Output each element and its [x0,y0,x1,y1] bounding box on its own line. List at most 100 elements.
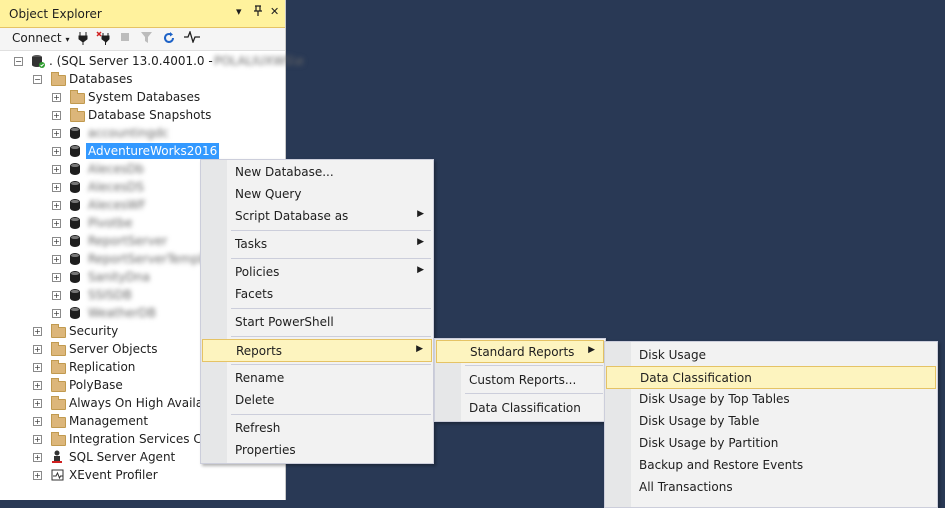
tree-node-databases[interactable]: − Databases [0,70,285,88]
database-icon [70,217,80,229]
tree-node-database[interactable]: + accountingdc [0,124,285,142]
tree-node-database[interactable]: + AlecesDb [0,160,200,178]
tree-node-database[interactable]: + SanityDna [0,268,200,286]
tree-node-xevent-profiler[interactable]: + XEvent Profiler [0,466,200,484]
menu-item-disk-usage[interactable]: Disk Usage [606,344,936,365]
database-label-blurred: Pivotbe [88,216,133,230]
menu-item-policies[interactable]: Policies ▶ [202,261,432,282]
menu-item-label: Standard Reports [470,345,575,359]
tree-node-adventureworks2016[interactable]: + AdventureWorks2016 [0,142,285,160]
menu-item-delete[interactable]: Delete [202,389,432,410]
tree-node-database[interactable]: + Pivotbe [0,214,200,232]
menu-item-data-classification[interactable]: Data Classification [436,397,604,418]
menu-item-data-classification[interactable]: Data Classification [606,366,936,389]
expand-icon[interactable]: + [52,237,61,246]
stop-icon[interactable] [120,31,130,45]
menu-item-standard-reports[interactable]: Standard Reports ▶ [436,340,604,363]
expand-icon[interactable]: + [52,147,61,156]
tree-node-server-objects[interactable]: + Server Objects [0,340,200,358]
connect-button[interactable]: Connect ▾ [12,31,69,45]
menu-item-rename[interactable]: Rename [202,367,432,388]
database-icon [70,145,80,157]
tree-node-database[interactable]: + AlecesDS [0,178,200,196]
menu-item-label: Rename [235,371,285,385]
replication-label: Replication [69,360,136,374]
expand-icon[interactable]: + [33,345,42,354]
expand-icon[interactable]: + [52,183,61,192]
expand-icon[interactable]: + [52,201,61,210]
collapse-icon[interactable]: − [33,75,42,84]
tree-node-management[interactable]: + Management [0,412,200,430]
expand-icon[interactable]: + [52,291,61,300]
menu-item-label: Delete [235,393,275,407]
tree-node-database[interactable]: + ReportServerTempDB [0,250,217,268]
tree-node-database[interactable]: + SSISDB [0,286,200,304]
menu-item-label: New Database... [235,165,334,179]
expand-icon[interactable]: + [33,471,42,480]
expand-icon[interactable]: + [33,435,42,444]
tree-node-database[interactable]: + WeatherDB [0,304,200,322]
menu-item-reports[interactable]: Reports ▶ [202,339,432,362]
menu-item-label: Backup and Restore Events [639,458,804,472]
refresh-icon[interactable] [162,31,176,48]
menu-item-start-powershell[interactable]: Start PowerShell [202,311,432,332]
tree-node-system-databases[interactable]: + System Databases [0,88,285,106]
tree-node-server[interactable]: − . (SQL Server 13.0.4001.0 - POLALIUXWS… [0,52,304,70]
menu-item-custom-reports[interactable]: Custom Reports... [436,369,604,390]
expand-icon[interactable]: + [52,129,61,138]
menu-item-disk-usage-by-partition[interactable]: Disk Usage by Partition [606,432,936,453]
database-label-blurred: AlecesDb [88,162,145,176]
expand-icon[interactable]: + [52,309,61,318]
management-label: Management [69,414,149,428]
tree-node-security[interactable]: + Security [0,322,200,340]
panel-title: Object Explorer [9,7,102,21]
tree-node-database-snapshots[interactable]: + Database Snapshots [0,106,285,124]
dropdown-icon[interactable]: ▾ [236,5,242,18]
disconnect-icon[interactable] [96,31,110,48]
tree-node-integration-services[interactable]: + Integration Services Cata [0,430,200,448]
filter-icon[interactable] [140,31,153,47]
expand-icon[interactable]: + [33,381,42,390]
tree-node-polybase[interactable]: + PolyBase [0,376,200,394]
menu-item-new-query[interactable]: New Query [202,183,432,204]
submenu-arrow-icon: ▶ [417,265,424,275]
expand-icon[interactable]: + [52,93,61,102]
database-snapshots-label: Database Snapshots [88,108,212,122]
expand-icon[interactable]: + [52,219,61,228]
pin-icon[interactable] [253,5,263,20]
expand-icon[interactable]: + [52,165,61,174]
expand-icon[interactable]: + [33,327,42,336]
tree-node-sql-server-agent[interactable]: + SQL Server Agent [0,448,200,466]
connect-plug-icon[interactable] [77,31,89,48]
expand-icon[interactable]: + [33,417,42,426]
collapse-icon[interactable]: − [14,57,23,66]
expand-icon[interactable]: + [33,399,42,408]
tree-node-replication[interactable]: + Replication [0,358,200,376]
menu-item-refresh[interactable]: Refresh [202,417,432,438]
expand-icon[interactable]: + [52,255,61,264]
menu-item-label: Tasks [235,237,268,251]
menu-item-script-database-as[interactable]: Script Database as ▶ [202,205,432,226]
menu-item-all-transactions[interactable]: All Transactions [606,476,936,497]
folder-icon [51,432,66,446]
tree-node-always-on[interactable]: + Always On High Availabi [0,394,200,412]
expand-icon[interactable]: + [52,273,61,282]
menu-item-disk-usage-by-table[interactable]: Disk Usage by Table [606,410,936,431]
tree-node-database[interactable]: + AlecesWF [0,196,200,214]
expand-icon[interactable]: + [33,363,42,372]
menu-item-disk-usage-by-top-tables[interactable]: Disk Usage by Top Tables [606,388,936,409]
tree-node-database[interactable]: + ReportServer [0,232,200,250]
menu-item-facets[interactable]: Facets [202,283,432,304]
menu-item-new-database[interactable]: New Database... [202,161,432,182]
close-icon[interactable]: ✕ [270,5,279,18]
folder-icon [51,378,66,392]
menu-item-properties[interactable]: Properties [202,439,432,460]
menu-item-tasks[interactable]: Tasks ▶ [202,233,432,254]
folder-icon [51,324,66,338]
object-explorer-toolbar: Connect ▾ [0,28,285,51]
expand-icon[interactable]: + [33,453,42,462]
activity-monitor-icon[interactable] [184,30,200,46]
folder-icon [51,360,66,374]
menu-item-backup-and-restore-events[interactable]: Backup and Restore Events [606,454,936,475]
expand-icon[interactable]: + [52,111,61,120]
